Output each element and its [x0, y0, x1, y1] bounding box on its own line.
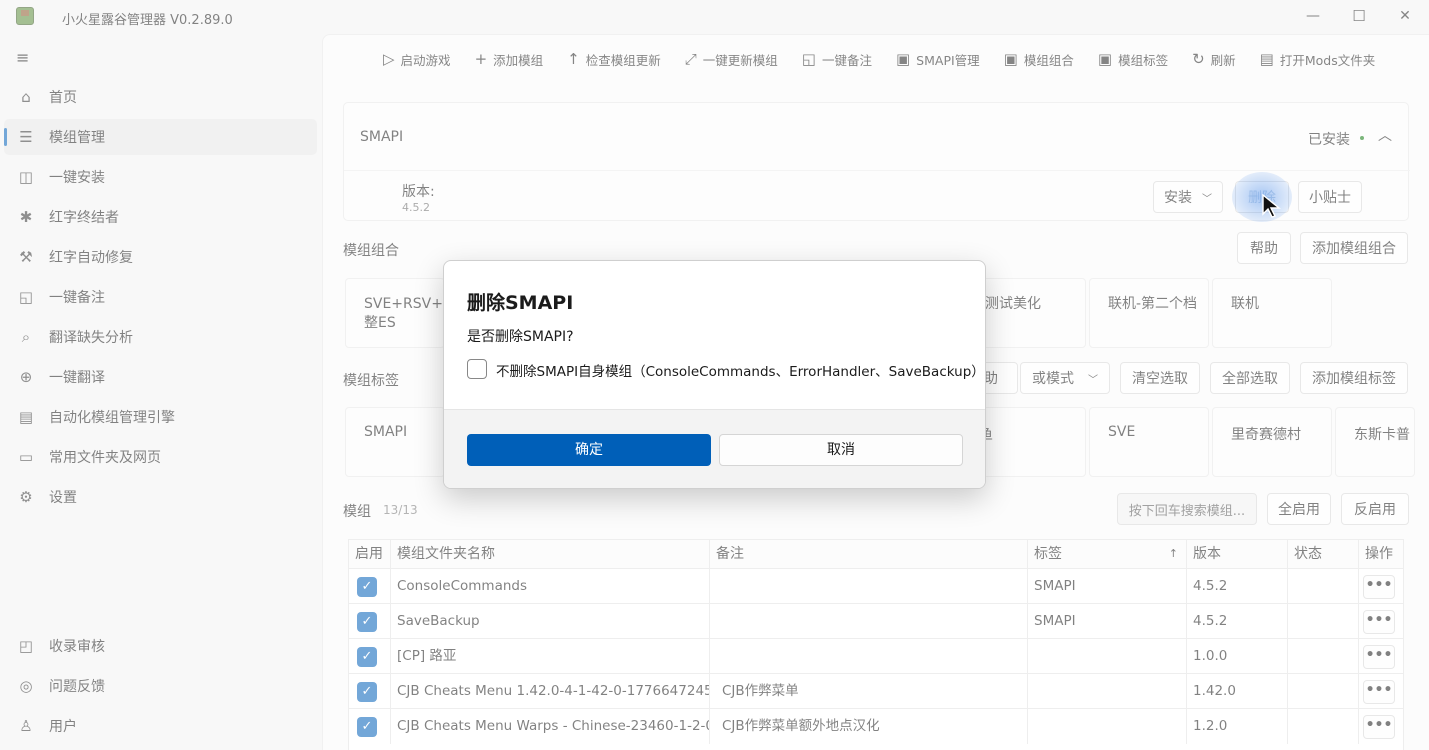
- confirm-button[interactable]: 确定: [467, 434, 711, 466]
- keep-mods-label[interactable]: 不删除SMAPI自身模组（ConsoleCommands、ErrorHandle…: [496, 360, 985, 380]
- mouse-cursor-icon: [1262, 194, 1281, 218]
- cancel-button[interactable]: 取消: [719, 434, 963, 466]
- keep-mods-checkbox[interactable]: [467, 359, 487, 379]
- delete-smapi-dialog: 删除SMAPI 是否删除SMAPI? 不删除SMAPI自身模组（ConsoleC…: [443, 260, 986, 489]
- dialog-title: 删除SMAPI: [467, 292, 574, 314]
- dialog-footer: 确定 取消: [444, 409, 985, 488]
- dialog-message: 是否删除SMAPI?: [467, 329, 574, 345]
